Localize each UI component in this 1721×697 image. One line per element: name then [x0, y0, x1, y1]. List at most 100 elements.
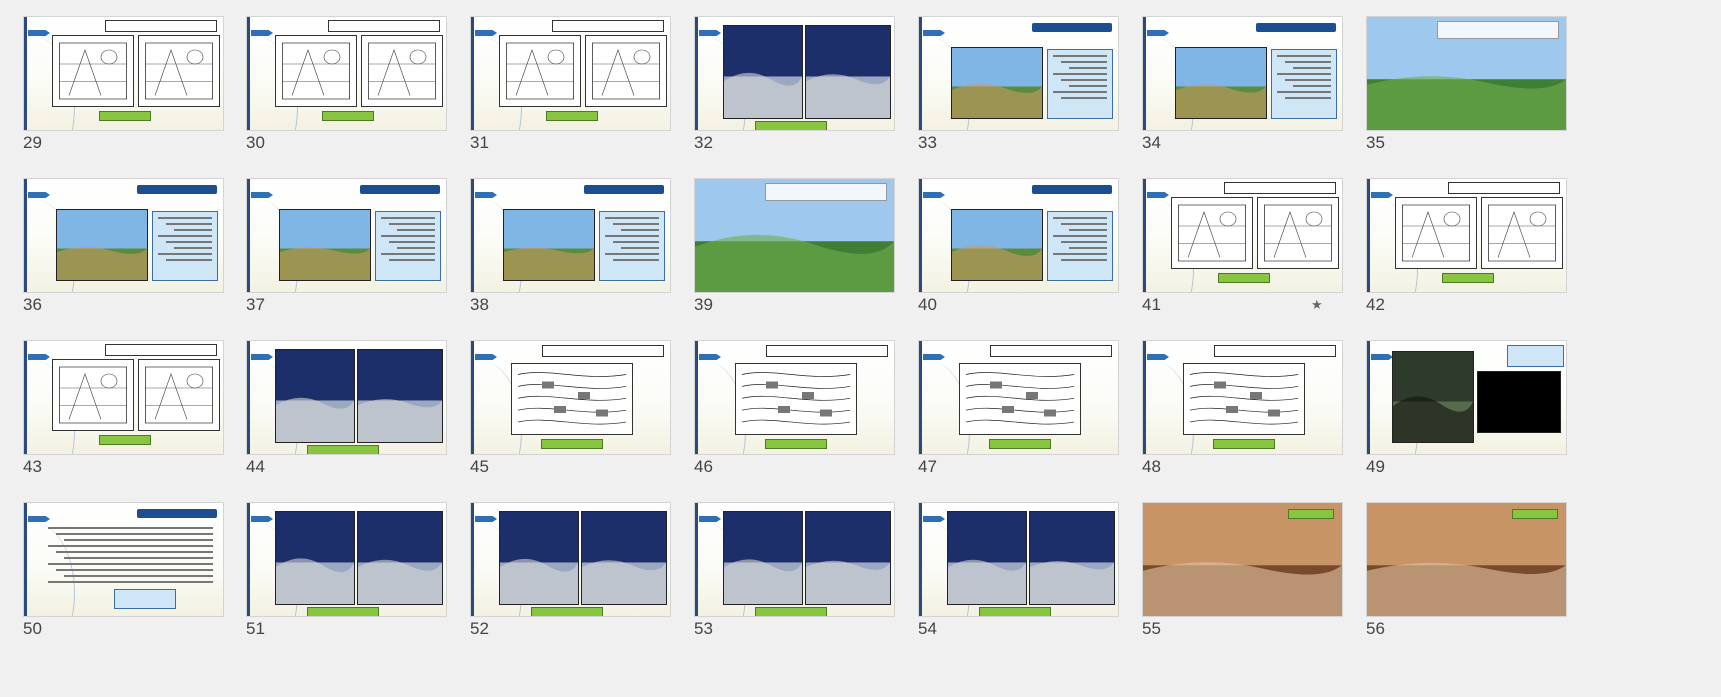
- slide-photo: [723, 25, 803, 119]
- slide-textbox: [1047, 49, 1113, 119]
- slide-thumbnail[interactable]: 42: [1343, 178, 1567, 314]
- slide-textbox: [105, 20, 217, 32]
- slide-textbox: [1224, 182, 1336, 194]
- slide-photo: [581, 511, 667, 605]
- slide-number: 32: [694, 133, 713, 152]
- text-line: [48, 545, 213, 547]
- text-line: [1285, 61, 1331, 63]
- text-line: [381, 235, 435, 237]
- text-line: [1069, 247, 1107, 249]
- slide-thumbnail[interactable]: 51: [223, 502, 447, 638]
- slide-number: 50: [23, 619, 42, 638]
- slide-title-tab: [475, 30, 497, 36]
- text-line: [48, 581, 213, 583]
- slide-textbox: [1214, 345, 1336, 357]
- slide-title-bar: [1032, 23, 1112, 32]
- slide-textbox: [1437, 21, 1559, 39]
- slide-thumbnail[interactable]: 56: [1343, 502, 1567, 638]
- slide-preview: [23, 502, 224, 617]
- slide-thumbnail[interactable]: 36: [0, 178, 224, 314]
- slide-caption-label: [979, 607, 1051, 616]
- slide-photo: [1029, 511, 1115, 605]
- text-line: [1053, 253, 1107, 255]
- slide-title-tab: [28, 354, 50, 360]
- slide-caption-label: [755, 607, 827, 616]
- slide-thumbnail[interactable]: 54: [895, 502, 1119, 638]
- slide-title-tab: [28, 30, 50, 36]
- slide-thumbnail[interactable]: 47: [895, 340, 1119, 476]
- text-line: [605, 235, 659, 237]
- slide-thumbnail[interactable]: 53: [671, 502, 895, 638]
- slide-thumbnail[interactable]: 52: [447, 502, 671, 638]
- text-line: [158, 235, 212, 237]
- slide-diagram: [138, 35, 220, 107]
- slide-diagram: [275, 35, 357, 107]
- slide-preview: [918, 178, 1119, 293]
- slide-number: 41: [1142, 295, 1161, 314]
- slide-title-tab: [923, 30, 945, 36]
- slide-title-tab: [475, 516, 497, 522]
- slide-preview: [1142, 178, 1343, 293]
- text-line: [166, 259, 212, 261]
- slide-thumbnail[interactable]: 38: [447, 178, 671, 314]
- slide-thumbnail[interactable]: 48: [1119, 340, 1343, 476]
- slide-thumbnail[interactable]: 30: [223, 16, 447, 152]
- slide-thumbnail[interactable]: 45: [447, 340, 671, 476]
- slide-thumbnail[interactable]: 37: [223, 178, 447, 314]
- text-line: [605, 253, 659, 255]
- slide-title-tab: [475, 192, 497, 198]
- slide-thumbnail[interactable]: 55: [1119, 502, 1343, 638]
- slide-diagram: [361, 35, 443, 107]
- slide-thumbnail[interactable]: 50: [0, 502, 224, 638]
- slide-number: 29: [23, 133, 42, 152]
- slide-title-tab: [699, 354, 721, 360]
- slide-thumbnail[interactable]: 33: [895, 16, 1119, 152]
- text-line: [1061, 241, 1107, 243]
- slide-thumbnail[interactable]: 41 ★: [1119, 178, 1343, 314]
- text-line: [1061, 61, 1107, 63]
- slide-photo: [723, 511, 803, 605]
- slide-preview: [470, 340, 671, 455]
- slide-photo: [1143, 503, 1342, 616]
- slide-diagram: [959, 363, 1081, 435]
- slide-title-tab: [923, 516, 945, 522]
- slide-photo: [275, 349, 355, 443]
- slide-sorter-grid: 29 30 31 32 33 34 35 36 37 38 39 40 41 ★…: [0, 0, 1721, 697]
- slide-thumbnail[interactable]: 32: [671, 16, 895, 152]
- slide-thumbnail[interactable]: 31: [447, 16, 671, 152]
- text-line: [1053, 217, 1107, 219]
- slide-number: 42: [1366, 295, 1385, 314]
- slide-thumbnail[interactable]: 34: [1119, 16, 1343, 152]
- slide-number: 39: [694, 295, 713, 314]
- slide-thumbnail[interactable]: 35: [1343, 16, 1567, 152]
- slide-thumbnail[interactable]: 40: [895, 178, 1119, 314]
- text-line: [1053, 55, 1107, 57]
- slide-title-tab: [699, 30, 721, 36]
- slide-preview: [470, 178, 671, 293]
- slide-preview: [1142, 16, 1343, 131]
- slide-number: 33: [918, 133, 937, 152]
- slide-title-tab: [923, 192, 945, 198]
- slide-diagram: [52, 359, 134, 431]
- slide-preview: [470, 16, 671, 131]
- slide-thumbnail[interactable]: 29: [0, 16, 224, 152]
- slide-preview: [1366, 178, 1567, 293]
- slide-caption-label: [755, 121, 827, 130]
- slide-thumbnail[interactable]: 49: [1343, 340, 1567, 476]
- slide-preview: [246, 502, 447, 617]
- slide-photo: [499, 511, 579, 605]
- slide-caption-label: [1218, 273, 1270, 283]
- text-line: [613, 259, 659, 261]
- text-line: [1061, 79, 1107, 81]
- slide-textbox: [552, 20, 664, 32]
- slide-caption-label: [322, 111, 374, 121]
- slide-diagram: [1481, 197, 1563, 269]
- text-line: [56, 533, 213, 535]
- slide-thumbnail[interactable]: 39: [671, 178, 895, 314]
- slide-thumbnail[interactable]: 44: [223, 340, 447, 476]
- slide-thumbnail[interactable]: 46: [671, 340, 895, 476]
- slide-thumbnail[interactable]: 43: [0, 340, 224, 476]
- slide-photo: [1392, 351, 1474, 443]
- slide-number: 34: [1142, 133, 1161, 152]
- slide-textbox: [375, 211, 441, 281]
